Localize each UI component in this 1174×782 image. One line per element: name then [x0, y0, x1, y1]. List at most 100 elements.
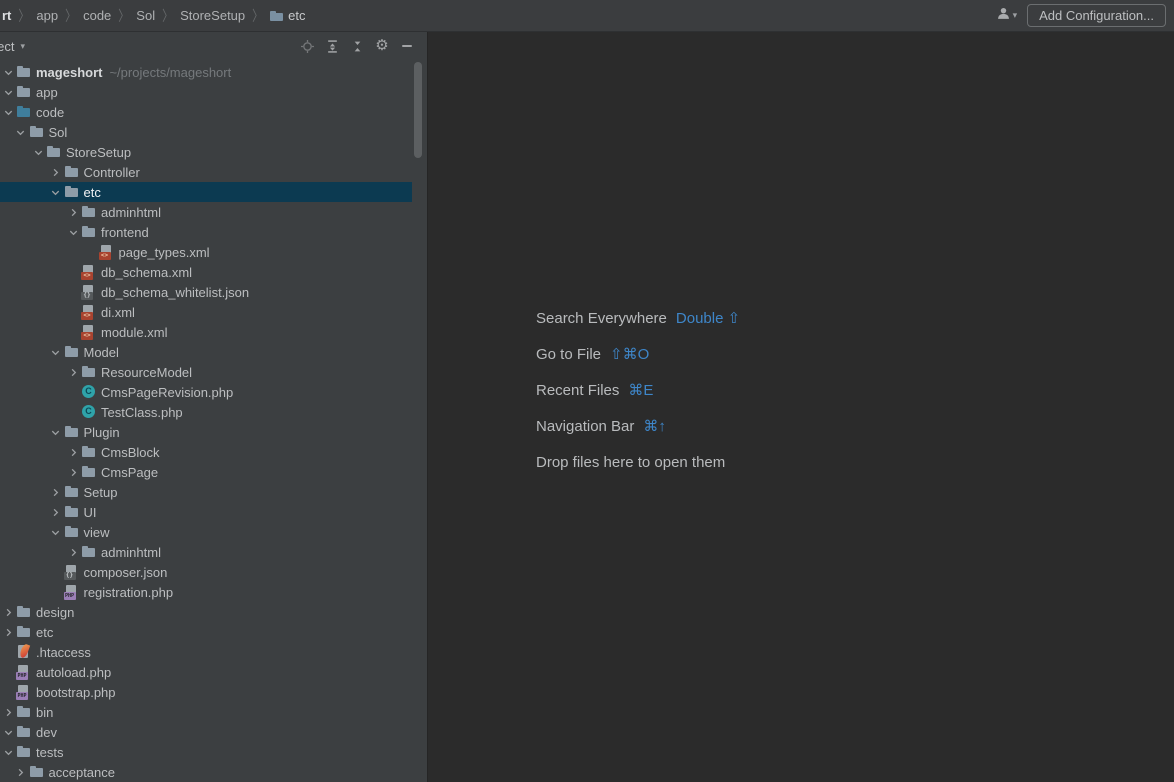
- tree-row[interactable]: C CmsPageRevision.php: [0, 382, 412, 402]
- tree-scrollbar-thumb[interactable]: [414, 62, 422, 158]
- chevron-down-icon[interactable]: [0, 724, 16, 740]
- tree-row[interactable]: ResourceModel: [0, 362, 412, 382]
- folder-icon: [16, 84, 32, 100]
- tree-item-label: bin: [36, 704, 54, 720]
- tree-row[interactable]: PHP autoload.php: [0, 662, 412, 682]
- tree-row[interactable]: .htaccess: [0, 642, 412, 662]
- tree-row[interactable]: app: [0, 82, 412, 102]
- chevron-right-icon[interactable]: [48, 504, 64, 520]
- tree-item-label: tests: [36, 744, 64, 760]
- project-view-selector[interactable]: Project ▾: [0, 39, 25, 54]
- chevron-down-icon[interactable]: [0, 104, 16, 120]
- tree-item-label: etc: [36, 624, 54, 640]
- chevron-right-icon[interactable]: [0, 624, 16, 640]
- tree-item-label: autoload.php: [36, 664, 112, 680]
- breadcrumb-item[interactable]: rt: [2, 8, 11, 23]
- tree-row[interactable]: CmsBlock: [0, 442, 412, 462]
- tree-row[interactable]: design: [0, 602, 412, 622]
- tree-row[interactable]: view: [0, 522, 412, 542]
- tree-row[interactable]: Plugin: [0, 422, 412, 442]
- chevron-right-icon[interactable]: [48, 484, 64, 500]
- htaccess-file-icon: [16, 643, 32, 660]
- tree-row[interactable]: Controller: [0, 162, 412, 182]
- breadcrumb-item[interactable]: app: [36, 8, 58, 23]
- shortcut-keys: ⌘↑: [643, 418, 666, 435]
- chevron-right-icon[interactable]: [13, 764, 29, 780]
- hide-panel-icon[interactable]: [399, 38, 415, 54]
- tree-row[interactable]: PHP bootstrap.php: [0, 682, 412, 702]
- add-configuration-button[interactable]: Add Configuration...: [1027, 4, 1166, 27]
- folder-icon: [46, 144, 62, 160]
- tree-row[interactable]: adminhtml: [0, 542, 412, 562]
- chevron-right-icon[interactable]: [0, 704, 16, 720]
- locate-icon[interactable]: [299, 38, 315, 54]
- chevron-down-icon[interactable]: [13, 124, 29, 140]
- tree-row[interactable]: {} db_schema_whitelist.json: [0, 282, 412, 302]
- chevron-right-icon[interactable]: [48, 164, 64, 180]
- expand-all-icon[interactable]: [324, 38, 340, 54]
- xml-file-icon: <>: [81, 304, 97, 320]
- chevron-right-icon[interactable]: [65, 204, 81, 220]
- chevron-slot: [0, 644, 16, 660]
- tree-row[interactable]: adminhtml: [0, 202, 412, 222]
- chevron-right-icon[interactable]: [65, 364, 81, 380]
- chevron-down-icon[interactable]: [48, 524, 64, 540]
- tree-row[interactable]: mageshort ~/projects/mageshort: [0, 62, 412, 82]
- tree-row[interactable]: CmsPage: [0, 462, 412, 482]
- tree-row[interactable]: StoreSetup: [0, 142, 412, 162]
- xml-file-icon: <>: [98, 244, 115, 260]
- tree-row[interactable]: Setup: [0, 482, 412, 502]
- breadcrumb-item[interactable]: Sol: [136, 8, 155, 23]
- tree-row[interactable]: dev: [0, 722, 412, 742]
- collapse-all-icon[interactable]: [349, 38, 365, 54]
- chevron-right-icon[interactable]: [65, 544, 81, 560]
- user-menu-button[interactable]: ▾: [997, 7, 1018, 25]
- tree-row[interactable]: PHP registration.php: [0, 582, 412, 602]
- breadcrumb-item[interactable]: StoreSetup: [180, 8, 245, 23]
- settings-gear-icon[interactable]: ⚙: [374, 38, 390, 54]
- breadcrumb-item[interactable]: etc: [270, 8, 305, 23]
- chevron-down-icon[interactable]: [48, 184, 64, 200]
- tree-row[interactable]: frontend: [0, 222, 412, 242]
- tree-row[interactable]: <> db_schema.xml: [0, 262, 412, 282]
- chevron-down-icon[interactable]: [0, 84, 16, 100]
- top-toolbar: rt 〉 app 〉 code 〉 Sol 〉 StoreSetup 〉 etc ▾ Add Con…: [0, 0, 1174, 32]
- chevron-down-icon[interactable]: [0, 744, 16, 760]
- tree-row[interactable]: tests: [0, 742, 412, 762]
- shortcut-action-label: Search Everywhere: [536, 309, 667, 327]
- chevron-down-icon: ▾: [1012, 10, 1018, 20]
- chevron-down-icon[interactable]: [0, 64, 16, 80]
- php-class-icon: C: [81, 384, 97, 400]
- tree-row[interactable]: <> di.xml: [0, 302, 412, 322]
- tree-row[interactable]: <> module.xml: [0, 322, 412, 342]
- tree-row[interactable]: Sol: [0, 122, 412, 142]
- tree-item-label: CmsPageRevision.php: [101, 384, 234, 400]
- tree-row[interactable]: bin: [0, 702, 412, 722]
- tree-row[interactable]: Model: [0, 342, 412, 362]
- editor-shortcut-hints: Search Everywhere Double ⇧ Go to File ⇧⌘O Re…: [536, 300, 740, 480]
- chevron-down-icon[interactable]: [48, 424, 64, 440]
- chevron-slot: [65, 304, 81, 320]
- folder-icon: [81, 464, 97, 480]
- chevron-down-icon[interactable]: [48, 344, 64, 360]
- tree-row[interactable]: code: [0, 102, 412, 122]
- tree-row[interactable]: etc: [0, 622, 412, 642]
- tree-item-label: ResourceModel: [101, 364, 193, 380]
- shortcut-hint-line: Search Everywhere Double ⇧: [536, 300, 740, 336]
- chevron-right-icon[interactable]: [0, 604, 16, 620]
- chevron-right-icon[interactable]: [65, 464, 81, 480]
- tree-row[interactable]: C TestClass.php: [0, 402, 412, 422]
- tree-item-label: acceptance: [48, 764, 116, 780]
- tree-row[interactable]: {} composer.json: [0, 562, 412, 582]
- breadcrumb-item[interactable]: code: [83, 8, 111, 23]
- chevron-down-icon[interactable]: [30, 144, 46, 160]
- tree-row[interactable]: etc: [0, 182, 412, 202]
- tree-row[interactable]: UI: [0, 502, 412, 522]
- chevron-right-icon[interactable]: [65, 444, 81, 460]
- project-tree: mageshort ~/projects/mageshort app code Sol S…: [0, 60, 427, 782]
- chevron-down-icon[interactable]: [65, 224, 81, 240]
- tree-row[interactable]: <> page_types.xml: [0, 242, 412, 262]
- tree-row[interactable]: acceptance: [0, 762, 412, 782]
- tree-item-label: view: [83, 524, 110, 540]
- tree-item-label: Plugin: [83, 424, 120, 440]
